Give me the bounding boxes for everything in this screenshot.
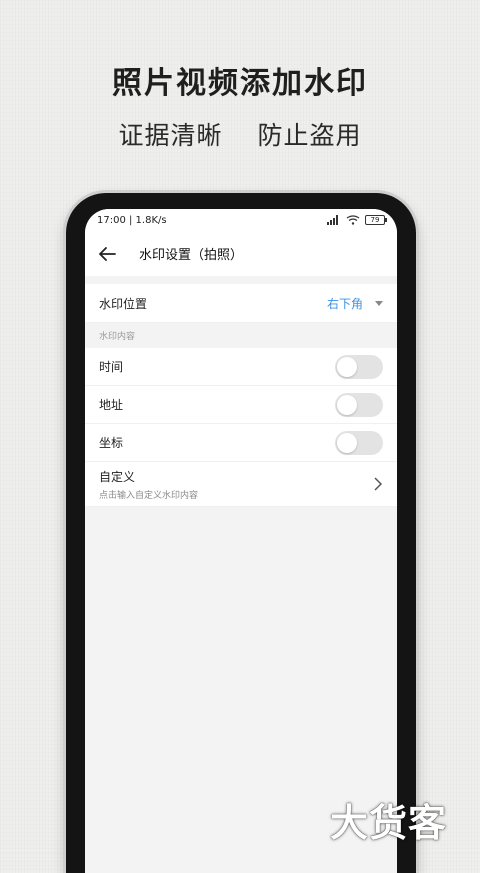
address-switch[interactable] bbox=[335, 392, 383, 417]
watermark-position-row[interactable]: 水印位置 右下角 bbox=[85, 284, 397, 323]
phone-frame: 17:00 | 1.8K/s 79 水印设置（拍照） 水印位置 右下角 水印内容… bbox=[66, 193, 416, 873]
toggle-row-coordinates: 坐标 bbox=[85, 424, 397, 462]
toggle-row-address: 地址 bbox=[85, 386, 397, 424]
toggle-label-coordinates: 坐标 bbox=[99, 436, 124, 450]
status-icons: 79 bbox=[327, 215, 387, 225]
coordinates-switch[interactable] bbox=[335, 430, 383, 455]
watermark-position-select[interactable]: 右下角 bbox=[327, 295, 383, 312]
promo-subline-left: 证据清晰 bbox=[118, 121, 223, 150]
promo-subline-right: 防止盗用 bbox=[257, 121, 362, 150]
time-switch[interactable] bbox=[335, 354, 383, 379]
dropdown-caret-icon bbox=[375, 300, 383, 306]
chevron-right-icon bbox=[374, 477, 383, 491]
toggle-label-time: 时间 bbox=[99, 360, 124, 374]
toggle-row-time: 时间 bbox=[85, 348, 397, 386]
custom-watermark-row[interactable]: 自定义 点击输入自定义水印内容 bbox=[85, 462, 397, 507]
back-arrow-icon[interactable] bbox=[95, 242, 119, 266]
promo-headline: 照片视频添加水印 bbox=[112, 66, 368, 101]
custom-watermark-text: 自定义 点击输入自定义水印内容 bbox=[99, 468, 198, 501]
status-time: 17:00 | 1.8K/s bbox=[97, 214, 167, 226]
phone-screen: 17:00 | 1.8K/s 79 水印设置（拍照） 水印位置 右下角 水印内容… bbox=[85, 209, 397, 873]
custom-watermark-label: 自定义 bbox=[99, 469, 136, 484]
custom-watermark-hint: 点击输入自定义水印内容 bbox=[99, 490, 199, 501]
page-title: 水印设置（拍照） bbox=[139, 248, 244, 263]
brand-watermark: 大货客 bbox=[330, 801, 448, 845]
watermark-position-value: 右下角 bbox=[326, 296, 363, 311]
promo-subline: 证据清晰 防止盗用 bbox=[0, 116, 480, 152]
toggle-label-address: 地址 bbox=[99, 398, 124, 412]
wifi-icon bbox=[346, 215, 360, 225]
app-header: 水印设置（拍照） bbox=[85, 231, 397, 276]
battery-icon: 79 bbox=[365, 215, 387, 225]
section-heading-content: 水印内容 bbox=[85, 323, 397, 348]
status-bar: 17:00 | 1.8K/s 79 bbox=[85, 209, 397, 231]
signal-icon bbox=[327, 215, 338, 225]
watermark-position-label: 水印位置 bbox=[99, 296, 148, 311]
